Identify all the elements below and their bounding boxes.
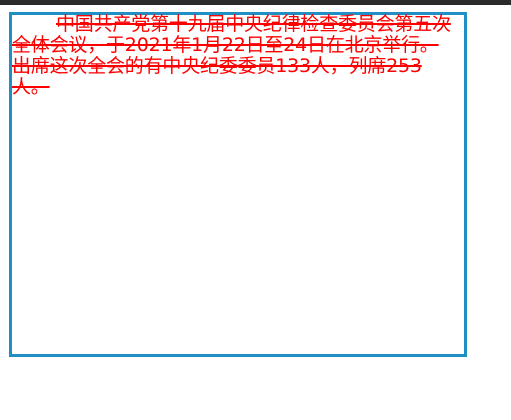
strikethrough-paragraph: 中国共产党第十九届中央纪律检查委员会第五次全体会议，于2021年1月22日至24… (12, 13, 451, 98)
window-top-bar (0, 0, 511, 5)
